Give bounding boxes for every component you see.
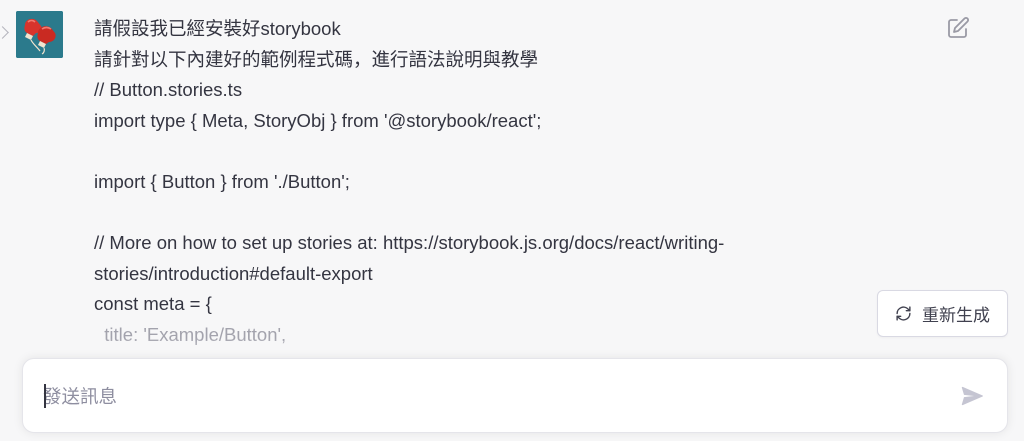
message-line: 請假設我已經安裝好storybook — [94, 18, 341, 39]
pencil-square-icon — [948, 17, 969, 38]
send-button[interactable] — [959, 383, 985, 409]
message-line: 請針對以下內建好的範例程式碼，進行語法說明與教學 — [94, 48, 539, 70]
message-line: import { Button } from './Button'; — [94, 170, 350, 192]
avatar — [16, 11, 63, 58]
message-line: // Button.stories.ts — [94, 79, 243, 101]
regenerate-button[interactable]: 重新生成 — [877, 290, 1008, 337]
edit-message-button[interactable] — [946, 16, 970, 40]
text-caret — [44, 384, 46, 408]
message-line — [94, 198, 854, 229]
user-message: 請假設我已經安裝好storybook 請針對以下內建好的範例程式碼，進行語法說明… — [94, 14, 854, 351]
message-line: // More on how to set up stories at: htt… — [94, 232, 725, 254]
regenerate-label: 重新生成 — [922, 306, 990, 325]
refresh-icon — [896, 306, 911, 321]
chevron-right-icon — [0, 26, 9, 39]
message-line: stories/introduction#default-export — [94, 262, 373, 284]
message-line: const meta = { — [94, 293, 212, 315]
message-line — [94, 136, 854, 167]
message-line: import type { Meta, StoryObj } from '@st… — [94, 109, 542, 131]
send-icon — [961, 386, 983, 406]
message-input[interactable] — [43, 381, 923, 413]
boxing-gloves-icon — [16, 11, 63, 58]
message-composer — [22, 358, 1008, 433]
